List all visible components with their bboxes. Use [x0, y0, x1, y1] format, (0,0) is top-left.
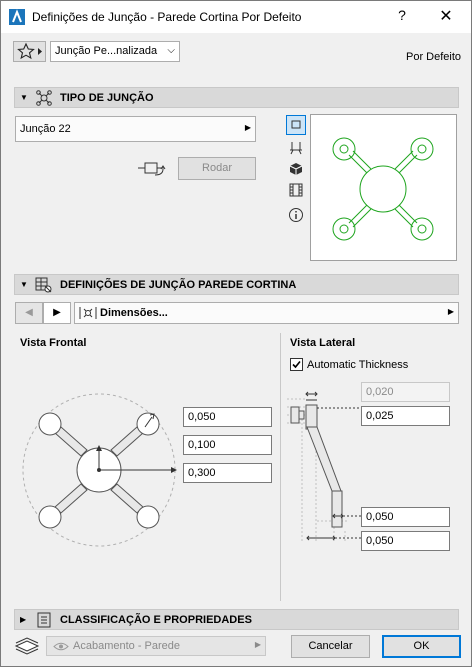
layer-selector[interactable]: Acabamento - Parede ▶ — [46, 636, 266, 656]
plan-view-icon — [291, 120, 301, 129]
section-classification[interactable]: ▶ CLASSIFICAÇÃO E PROPRIEDADES — [14, 609, 459, 630]
favorites-dropdown[interactable]: Junção Pe...nalizada ⌵ — [50, 41, 180, 62]
view-separator — [280, 333, 281, 601]
info-icon[interactable] — [288, 207, 304, 223]
view-2d-button[interactable] — [286, 115, 306, 135]
checkmark-icon — [292, 360, 301, 369]
eye-icon — [53, 642, 69, 651]
favorites-button[interactable] — [13, 41, 46, 62]
junction-preview-drawing — [332, 137, 434, 241]
section-view-icon[interactable] — [288, 140, 304, 156]
favorites-dropdown-label: Junção Pe...nalizada — [55, 45, 158, 57]
layer-stack-icon — [14, 637, 40, 655]
side-value-3[interactable]: 0,050 — [361, 507, 450, 527]
curtain-wall-settings-icon — [35, 277, 52, 293]
archicad-app-icon — [9, 9, 25, 25]
page-selector-label: Dimensões... — [100, 307, 168, 319]
front-value-3[interactable]: 0,300 — [183, 463, 272, 483]
side-view-diagram — [287, 391, 361, 541]
prev-page-button[interactable]: ◀ — [15, 302, 43, 324]
collapse-triangle-icon: ▼ — [20, 93, 28, 102]
ok-button[interactable]: OK — [382, 635, 461, 658]
arrow-right-icon: ▶ — [254, 640, 261, 649]
cancel-button[interactable]: Cancelar — [291, 635, 370, 658]
window-title: Definições de Junção - Parede Cortina Po… — [32, 10, 302, 24]
rotate-junction-icon — [138, 162, 166, 176]
layer-selector-label: Acabamento - Parede — [73, 640, 181, 652]
arrow-right-icon: ▶ — [53, 307, 61, 318]
junction-type-icon — [36, 90, 52, 106]
section-junction-settings-label: DEFINIÇÕES DE JUNÇÃO PAREDE CORTINA — [60, 279, 297, 291]
arrow-right-icon: ▶ — [244, 123, 251, 132]
junction-preview — [310, 114, 457, 261]
section-junction-type[interactable]: ▼ TIPO DE JUNÇÃO — [14, 87, 459, 108]
dialog-window: Definições de Junção - Parede Cortina Po… — [0, 0, 472, 667]
auto-thickness-checkbox[interactable] — [290, 358, 303, 371]
front-value-1[interactable]: 0,050 — [183, 407, 272, 427]
rotate-button[interactable]: Rodar — [178, 157, 256, 180]
side-value-2[interactable]: 0,025 — [361, 406, 450, 426]
default-label: Por Defeito — [406, 51, 462, 63]
front-value-2[interactable]: 0,100 — [183, 435, 272, 455]
section-junction-settings[interactable]: ▼ DEFINIÇÕES DE JUNÇÃO PAREDE CORTINA — [14, 274, 459, 295]
section-junction-type-label: TIPO DE JUNÇÃO — [60, 92, 154, 104]
side-value-1[interactable]: 0,020 — [361, 382, 450, 402]
star-icon — [16, 42, 42, 60]
junction-type-selector[interactable]: Junção 22 ▶ — [15, 116, 256, 142]
3d-view-icon[interactable] — [288, 161, 304, 177]
title-bar: Definições de Junção - Parede Cortina Po… — [1, 1, 471, 33]
section-classification-label: CLASSIFICAÇÃO E PROPRIEDADES — [60, 614, 252, 626]
dimensions-icon — [79, 307, 97, 319]
next-page-button[interactable]: ▶ — [43, 302, 71, 324]
arrow-left-icon: ◀ — [25, 307, 33, 318]
side-value-4[interactable]: 0,050 — [361, 531, 450, 551]
collapse-triangle-icon: ▼ — [20, 280, 28, 289]
junction-type-value: Junção 22 — [20, 123, 71, 135]
help-button[interactable]: ? — [387, 7, 417, 27]
front-view-title: Vista Frontal — [20, 337, 87, 349]
front-view-diagram — [22, 393, 177, 547]
document-list-icon — [37, 612, 51, 628]
side-view-title: Vista Lateral — [290, 337, 356, 349]
close-button[interactable]: ✕ — [431, 6, 461, 28]
expand-triangle-icon: ▶ — [20, 615, 27, 624]
film-strip-icon[interactable] — [288, 182, 304, 198]
auto-thickness-label: Automatic Thickness — [307, 359, 409, 371]
page-selector[interactable]: Dimensões... ▶ — [74, 302, 459, 324]
chevron-down-icon: ⌵ — [167, 45, 175, 56]
arrow-right-icon: ▶ — [447, 307, 454, 316]
